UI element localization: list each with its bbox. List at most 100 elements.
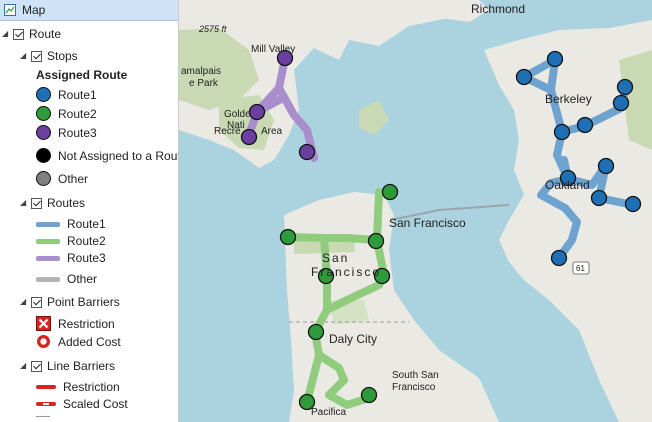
legend-item-line-route1: Route1 <box>36 217 106 231</box>
collapse-arrow-icon[interactable]: ◢ <box>20 362 28 370</box>
stop-route1-symbol-icon <box>36 87 51 102</box>
stop-point[interactable] <box>612 94 630 112</box>
stop-point[interactable] <box>515 68 533 86</box>
assigned-route-heading-text: Assigned Route <box>36 68 128 82</box>
stop-point[interactable] <box>381 183 399 201</box>
stop-point[interactable] <box>590 189 608 207</box>
route-layer-label: Route <box>29 27 62 41</box>
stop-point[interactable] <box>597 157 615 175</box>
line-barriers-layer[interactable]: ◢ Line Barriers <box>20 359 115 373</box>
stop-point[interactable] <box>240 128 258 146</box>
routes-layer[interactable]: ◢ Routes <box>20 196 85 210</box>
collapse-arrow-icon[interactable]: ◢ <box>20 298 28 306</box>
point-barriers-visibility-checkbox[interactable] <box>31 296 42 308</box>
route-visibility-checkbox[interactable] <box>13 28 24 40</box>
label-tamalpais-2: e Park <box>189 78 219 89</box>
legend-label: Restriction <box>58 316 115 331</box>
legend-label: Route3 <box>67 251 106 265</box>
legend-label: Route1 <box>58 87 97 102</box>
stop-point[interactable] <box>298 143 316 161</box>
other-line-symbol-icon <box>36 276 60 282</box>
route1-line-symbol-icon <box>36 221 60 227</box>
label-sf-watermark-2: Francisco <box>311 265 381 279</box>
label-pacifica: Pacifica <box>311 407 346 418</box>
routes-layer-label: Routes <box>47 196 86 210</box>
point-barriers-layer-label: Point Barriers <box>47 295 120 309</box>
collapse-arrow-icon[interactable]: ◢ <box>2 30 10 38</box>
legend-item-line-scaled-cost: Scaled Cost <box>36 397 128 411</box>
legend-label: Other <box>58 171 89 186</box>
label-richmond: Richmond <box>471 2 525 16</box>
added-cost-ring-icon <box>37 335 50 348</box>
stop-point[interactable] <box>360 386 378 404</box>
restriction-line-icon <box>36 385 56 389</box>
contents-pane: Map ◢ Route ◢ Stops Assigned Route Route… <box>0 0 179 422</box>
legend-item-stop-route1: Route1 <box>36 87 97 102</box>
label-south-sf-2: Francisco <box>392 382 436 393</box>
line-barriers-layer-label: Line Barriers <box>47 359 116 373</box>
label-berkeley: Berkeley <box>545 92 592 106</box>
legend-item-stop-unassigned: Not Assigned to a Route <box>36 148 179 163</box>
stop-point[interactable] <box>616 78 634 96</box>
stop-point[interactable] <box>624 195 642 213</box>
label-sf-watermark-1: San <box>322 251 349 265</box>
legend-label: Route2 <box>58 106 97 121</box>
legend-item-line-route2: Route2 <box>36 234 106 248</box>
label-daly-city: Daly City <box>329 332 377 346</box>
line-barriers-visibility-checkbox[interactable] <box>31 360 42 372</box>
label-elevation: 2575 ft <box>198 24 227 34</box>
stop-point[interactable] <box>367 232 385 250</box>
highway-61-shield: 61 <box>572 261 590 275</box>
collapse-arrow-icon[interactable]: ◢ <box>20 199 28 207</box>
legend-label: Restriction <box>63 380 120 394</box>
point-barriers-layer[interactable]: ◢ Point Barriers <box>20 295 120 309</box>
stop-route3-symbol-icon <box>36 125 51 140</box>
stops-visibility-checkbox[interactable] <box>31 50 42 62</box>
stop-point[interactable] <box>279 228 297 246</box>
restriction-x-icon <box>36 316 51 331</box>
legend-label: Scaled Cost <box>63 397 128 411</box>
route2-line-symbol-icon <box>36 238 60 244</box>
stop-point[interactable] <box>546 50 564 68</box>
stop-route2-symbol-icon <box>36 106 51 121</box>
map-icon <box>4 4 16 16</box>
legend-item-point-restriction: Restriction <box>36 316 115 331</box>
assigned-route-heading: Assigned Route <box>36 68 127 82</box>
map-label: Map <box>22 3 46 17</box>
legend-item-stop-other: Other <box>36 171 88 186</box>
label-mill-valley: Mill Valley <box>251 44 295 55</box>
legend-item-stop-route2: Route2 <box>36 106 97 121</box>
legend-item-line-restriction: Restriction <box>36 380 120 394</box>
legend-label: Route1 <box>67 217 106 231</box>
label-san-francisco: San Francisco <box>389 216 466 230</box>
legend-item-point-added-cost: Added Cost <box>36 334 121 349</box>
map-layer-header[interactable]: Map <box>0 0 178 21</box>
map-view[interactable]: Richmond 2575 ft Mill Valley amalpais e … <box>179 0 652 422</box>
label-golden-gate-3: Recre <box>214 126 241 137</box>
label-tamalpais-1: amalpais <box>181 66 221 77</box>
legend-item-line-route3: Route3 <box>36 251 106 265</box>
stop-point[interactable] <box>307 323 325 341</box>
legend-label: Not Assigned to a Route <box>58 148 179 163</box>
label-golden-gate-1: Golde <box>224 109 251 120</box>
route-layer[interactable]: ◢ Route <box>2 27 61 41</box>
route3-line-symbol-icon <box>36 255 60 261</box>
stop-point[interactable] <box>248 103 266 121</box>
label-golden-gate-4: Area <box>261 126 283 137</box>
label-south-sf-1: South San <box>392 370 439 381</box>
legend-label: Route3 <box>58 125 97 140</box>
partial-row-divider <box>36 416 50 422</box>
legend-item-line-other: Other <box>36 272 97 286</box>
highway-61-label: 61 <box>576 264 585 273</box>
stop-point[interactable] <box>553 123 571 141</box>
routes-visibility-checkbox[interactable] <box>31 197 42 209</box>
legend-item-stop-route3: Route3 <box>36 125 97 140</box>
stops-layer[interactable]: ◢ Stops <box>20 49 78 63</box>
map-canvas[interactable]: Richmond 2575 ft Mill Valley amalpais e … <box>179 0 652 422</box>
stops-layer-label: Stops <box>47 49 78 63</box>
scaled-cost-line-icon <box>36 402 56 406</box>
collapse-arrow-icon[interactable]: ◢ <box>20 52 28 60</box>
stop-point[interactable] <box>550 249 568 267</box>
stop-point[interactable] <box>576 116 594 134</box>
stop-unassigned-symbol-icon <box>36 148 51 163</box>
